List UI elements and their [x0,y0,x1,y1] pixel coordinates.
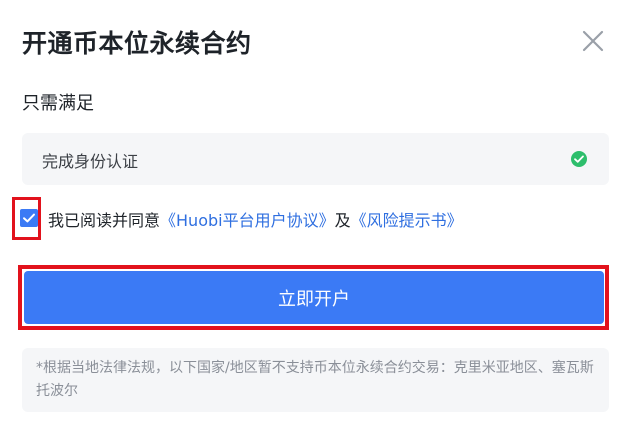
agreement-text: 我已阅读并同意《Huobi平台用户协议》及《风险提示书》 [48,207,463,231]
user-agreement-link[interactable]: 《Huobi平台用户协议》 [160,211,335,230]
requirements-heading: 只需满足 [22,93,94,114]
dialog-title: 开通币本位永续合约 [22,29,252,58]
close-icon [578,26,608,56]
checkmark-icon [20,209,38,227]
open-account-button[interactable]: 立即开户 [24,271,604,324]
requirement-label: 完成身份认证 [42,152,139,171]
open-coin-margined-swap-dialog: 开通币本位永续合约 只需满足 完成身份认证 我已阅读并同意《Huobi平台用户协… [0,0,622,431]
requirement-item: 完成身份认证 [22,133,609,185]
restriction-notice: *根据当地法律法规，以下国家/地区暂不支持币本位永续合约交易：克里米亚地区、塞瓦… [22,348,609,412]
agreement-joiner: 及 [334,211,351,230]
agreement-prefix: 我已阅读并同意 [48,211,161,230]
agreement-checkbox[interactable] [20,209,38,227]
close-button[interactable] [578,26,608,56]
risk-disclosure-link[interactable]: 《风险提示书》 [351,211,463,230]
check-circle-icon [569,149,589,169]
